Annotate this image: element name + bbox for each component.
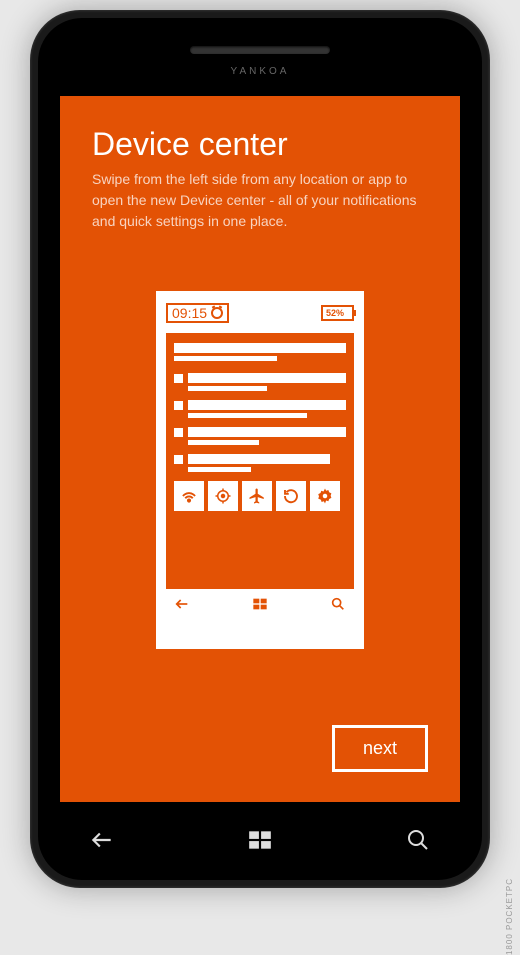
placeholder-bar: [188, 413, 307, 418]
placeholder-bar: [188, 386, 267, 391]
watermark: 1800 POCKETPC: [505, 878, 514, 955]
placeholder-bar: [188, 373, 346, 383]
battery-indicator: 52%: [321, 305, 354, 321]
rotation-toggle-icon: [276, 481, 306, 511]
hardware-buttons: [88, 826, 432, 854]
airplane-toggle-icon: [242, 481, 272, 511]
mockup-notification-item: [174, 400, 346, 418]
back-icon: [174, 596, 190, 612]
search-icon: [330, 596, 346, 612]
settings-toggle-icon: [310, 481, 340, 511]
location-toggle-icon: [208, 481, 238, 511]
placeholder-bar: [188, 400, 346, 410]
mockup-header-row: [174, 343, 346, 361]
mockup-notification-item: [174, 373, 346, 391]
alarm-icon: [211, 307, 223, 319]
phone-brand: YANKOA: [231, 66, 290, 77]
phone-frame: YANKOA Device center Swipe from the left…: [30, 10, 490, 888]
notification-icon-placeholder: [174, 455, 183, 464]
mockup-quick-settings: [174, 481, 346, 511]
screen: Device center Swipe from the left side f…: [60, 96, 460, 802]
notification-icon-placeholder: [174, 374, 183, 383]
placeholder-bar: [188, 440, 259, 445]
placeholder-bar: [188, 427, 346, 437]
battery-text: 52%: [326, 308, 344, 318]
mockup-time-text: 09:15: [172, 305, 207, 321]
placeholder-bar: [188, 467, 251, 472]
notification-icon-placeholder: [174, 401, 183, 410]
page-subtitle: Swipe from the left side from any locati…: [92, 169, 428, 232]
hw-home-button[interactable]: [246, 826, 274, 854]
next-button[interactable]: next: [332, 725, 428, 772]
notification-icon-placeholder: [174, 428, 183, 437]
mockup-nav-bar: [166, 589, 354, 619]
hw-search-button[interactable]: [404, 826, 432, 854]
mockup-notification-item: [174, 427, 346, 445]
wifi-toggle-icon: [174, 481, 204, 511]
placeholder-bar: [188, 454, 330, 464]
placeholder-bar: [174, 343, 346, 353]
mockup-notification-panel: [166, 333, 354, 589]
hw-back-button[interactable]: [88, 826, 116, 854]
mockup-notification-item: [174, 454, 346, 472]
phone-speaker: [190, 46, 330, 54]
phone-body: YANKOA Device center Swipe from the left…: [38, 18, 482, 880]
placeholder-bar: [174, 356, 277, 361]
mockup-status-bar: 09:15 52%: [166, 301, 354, 325]
windows-icon: [252, 596, 268, 612]
device-center-mockup: 09:15 52%: [156, 291, 364, 649]
page-title: Device center: [92, 126, 428, 163]
mockup-clock: 09:15: [166, 303, 229, 323]
